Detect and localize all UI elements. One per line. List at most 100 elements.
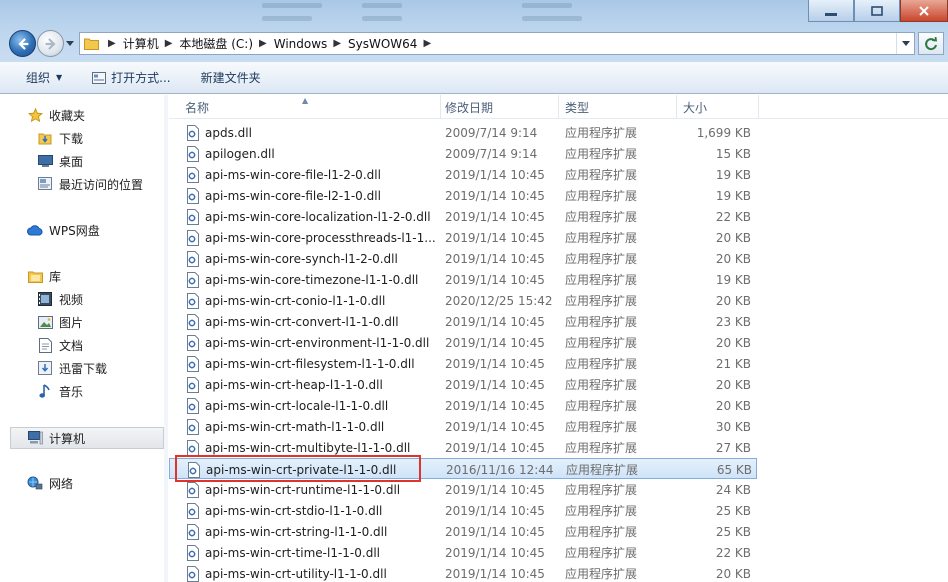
file-date: 2020/12/25 15:42 <box>445 293 553 308</box>
file-name: apilogen.dll <box>205 146 275 161</box>
maximize-button[interactable] <box>854 0 900 22</box>
nav-documents[interactable]: 文档 <box>37 335 83 355</box>
column-header-label: 修改日期 <box>445 100 494 115</box>
file-row[interactable]: api-ms-win-core-file-l2-1-0.dll 2019/1/14… <box>169 185 757 206</box>
file-row[interactable]: apilogen.dll 2009/7/14 9:14 应用程序扩展 15 KB <box>169 143 757 164</box>
address-history-dropdown[interactable] <box>896 33 914 54</box>
column-header-date[interactable]: 修改日期 <box>439 95 559 119</box>
file-row[interactable]: api-ms-win-crt-time-l1-1-0.dll 2019/1/14 … <box>169 542 757 563</box>
nav-wps-cloud[interactable]: WPS网盘 <box>27 220 100 240</box>
breadcrumb-item[interactable]: 本地磁盘 (C:) ▶ <box>179 33 273 54</box>
file-row[interactable]: api-ms-win-crt-private-l1-1-0.dll 2016/11… <box>169 458 757 479</box>
file-name-cell: apds.dll <box>185 122 447 143</box>
file-date: 2019/1/14 10:45 <box>445 209 545 224</box>
folder-icon <box>80 37 102 50</box>
file-row[interactable]: api-ms-win-core-localization-l1-2-0.dll 2… <box>169 206 757 227</box>
file-type: 应用程序扩展 <box>565 273 638 287</box>
nav-label: 图片 <box>59 315 84 330</box>
file-row[interactable]: api-ms-win-crt-heap-l1-1-0.dll 2019/1/14 … <box>169 374 757 395</box>
nav-pane-splitter[interactable] <box>164 95 168 582</box>
file-type: 应用程序扩展 <box>565 315 638 329</box>
file-row[interactable]: api-ms-win-crt-locale-l1-1-0.dll 2019/1/1… <box>169 395 757 416</box>
back-button[interactable] <box>9 30 36 57</box>
file-date: 2019/1/14 10:45 <box>445 377 545 392</box>
file-row[interactable]: api-ms-win-core-file-l1-2-0.dll 2019/1/14… <box>169 164 757 185</box>
dll-file-icon <box>187 292 199 309</box>
file-size: 1,699 KB <box>696 125 751 140</box>
nav-favorites[interactable]: 收藏夹 <box>27 105 85 125</box>
column-header-size[interactable]: 大小 <box>677 95 759 119</box>
forward-button[interactable] <box>37 30 64 57</box>
file-name-cell: api-ms-win-core-synch-l1-2-0.dll <box>185 248 447 269</box>
file-row[interactable]: api-ms-win-crt-string-l1-1-0.dll 2019/1/1… <box>169 521 757 542</box>
nav-label: 网络 <box>49 476 74 491</box>
open-with-button[interactable]: 打开方式... <box>85 66 177 90</box>
nav-recent-places[interactable]: 最近访问的位置 <box>37 174 143 194</box>
file-row[interactable]: api-ms-win-crt-stdio-l1-1-0.dll 2019/1/14… <box>169 500 757 521</box>
nav-desktop[interactable]: 桌面 <box>37 151 83 171</box>
file-date: 2019/1/14 10:45 <box>445 314 545 329</box>
nav-network[interactable]: 网络 <box>27 473 73 493</box>
file-size: 23 KB <box>715 314 751 329</box>
new-folder-button[interactable]: 新建文件夹 <box>194 66 268 90</box>
nav-thunder-downloads[interactable]: 迅雷下载 <box>37 358 107 378</box>
file-row[interactable]: api-ms-win-crt-runtime-l1-1-0.dll 2019/1/… <box>169 479 757 500</box>
file-date: 2009/7/14 9:14 <box>445 125 538 140</box>
file-size: 30 KB <box>715 419 751 434</box>
file-name: api-ms-win-crt-math-l1-1-0.dll <box>205 419 385 434</box>
refresh-button[interactable] <box>918 32 944 55</box>
nav-downloads[interactable]: 下载 <box>37 128 83 148</box>
file-name-cell: api-ms-win-core-localization-l1-2-0.dll <box>185 206 447 227</box>
breadcrumb-item[interactable]: SysWOW64 ▶ <box>348 33 438 54</box>
nav-libraries[interactable]: 库 <box>27 266 61 286</box>
column-header-label: 名称 <box>185 100 210 115</box>
file-name: api-ms-win-crt-locale-l1-1-0.dll <box>205 398 389 413</box>
file-row[interactable]: api-ms-win-core-timezone-l1-1-0.dll 2019/… <box>169 269 757 290</box>
column-header-type[interactable]: 类型 <box>559 95 677 119</box>
organize-menu-button[interactable]: 组织 ▼ <box>19 66 69 90</box>
breadcrumb-root-arrow[interactable]: ▶ <box>102 33 123 54</box>
file-size: 20 KB <box>715 566 751 581</box>
file-date: 2019/1/14 10:45 <box>445 419 545 434</box>
file-row[interactable]: api-ms-win-crt-convert-l1-1-0.dll 2019/1/… <box>169 311 757 332</box>
nav-label: 最近访问的位置 <box>59 177 144 192</box>
file-type: 应用程序扩展 <box>565 378 638 392</box>
file-row[interactable]: api-ms-win-crt-filesystem-l1-1-0.dll 2019… <box>169 353 757 374</box>
nav-music[interactable]: 音乐 <box>37 381 83 401</box>
nav-videos[interactable]: 视频 <box>37 289 83 309</box>
nav-computer[interactable]: 计算机 <box>10 427 164 449</box>
file-row[interactable]: api-ms-win-crt-utility-l1-1-0.dll 2019/1/… <box>169 563 757 582</box>
column-header-label: 类型 <box>565 100 590 115</box>
recent-pages-dropdown[interactable] <box>64 34 76 54</box>
file-name-cell: api-ms-win-core-file-l1-2-0.dll <box>185 164 447 185</box>
address-bar[interactable]: ▶ 计算机 ▶ 本地磁盘 (C:) ▶ Windows ▶ SysWOW64 ▶ <box>79 32 915 55</box>
dll-file-icon <box>187 502 199 519</box>
close-button[interactable] <box>900 0 948 22</box>
minimize-button[interactable] <box>808 0 854 22</box>
file-name-cell: api-ms-win-crt-multibyte-l1-1-0.dll <box>185 437 447 458</box>
dll-file-icon <box>187 523 199 540</box>
file-row[interactable]: api-ms-win-core-processthreads-l1-1... 20… <box>169 227 757 248</box>
breadcrumb-item[interactable]: Windows ▶ <box>274 33 348 54</box>
file-name: api-ms-win-core-timezone-l1-1-0.dll <box>205 272 419 287</box>
file-row[interactable]: api-ms-win-crt-multibyte-l1-1-0.dll 2019/… <box>169 437 757 458</box>
breadcrumb-label: Windows <box>273 36 328 51</box>
nav-label: 桌面 <box>59 154 84 169</box>
file-type: 应用程序扩展 <box>565 210 638 224</box>
file-type: 应用程序扩展 <box>565 567 638 581</box>
file-date: 2019/1/14 10:45 <box>445 272 545 287</box>
picture-icon <box>37 314 53 330</box>
file-name: api-ms-win-crt-stdio-l1-1-0.dll <box>205 503 383 518</box>
file-row[interactable]: api-ms-win-crt-environment-l1-1-0.dll 201… <box>169 332 757 353</box>
nav-pictures[interactable]: 图片 <box>37 312 83 332</box>
file-row[interactable]: api-ms-win-crt-conio-l1-1-0.dll 2020/12/2… <box>169 290 757 311</box>
file-date: 2019/1/14 10:45 <box>445 251 545 266</box>
file-name-cell: api-ms-win-crt-conio-l1-1-0.dll <box>185 290 447 311</box>
breadcrumb-item[interactable]: 计算机 ▶ <box>123 33 180 54</box>
network-icon <box>27 475 43 491</box>
file-size: 25 KB <box>715 524 751 539</box>
file-row[interactable]: api-ms-win-crt-math-l1-1-0.dll 2019/1/14 … <box>169 416 757 437</box>
file-row[interactable]: api-ms-win-core-synch-l1-2-0.dll 2019/1/1… <box>169 248 757 269</box>
column-header-name[interactable]: 名称 <box>179 95 441 119</box>
file-row[interactable]: apds.dll 2009/7/14 9:14 应用程序扩展 1,699 KB <box>169 122 757 143</box>
